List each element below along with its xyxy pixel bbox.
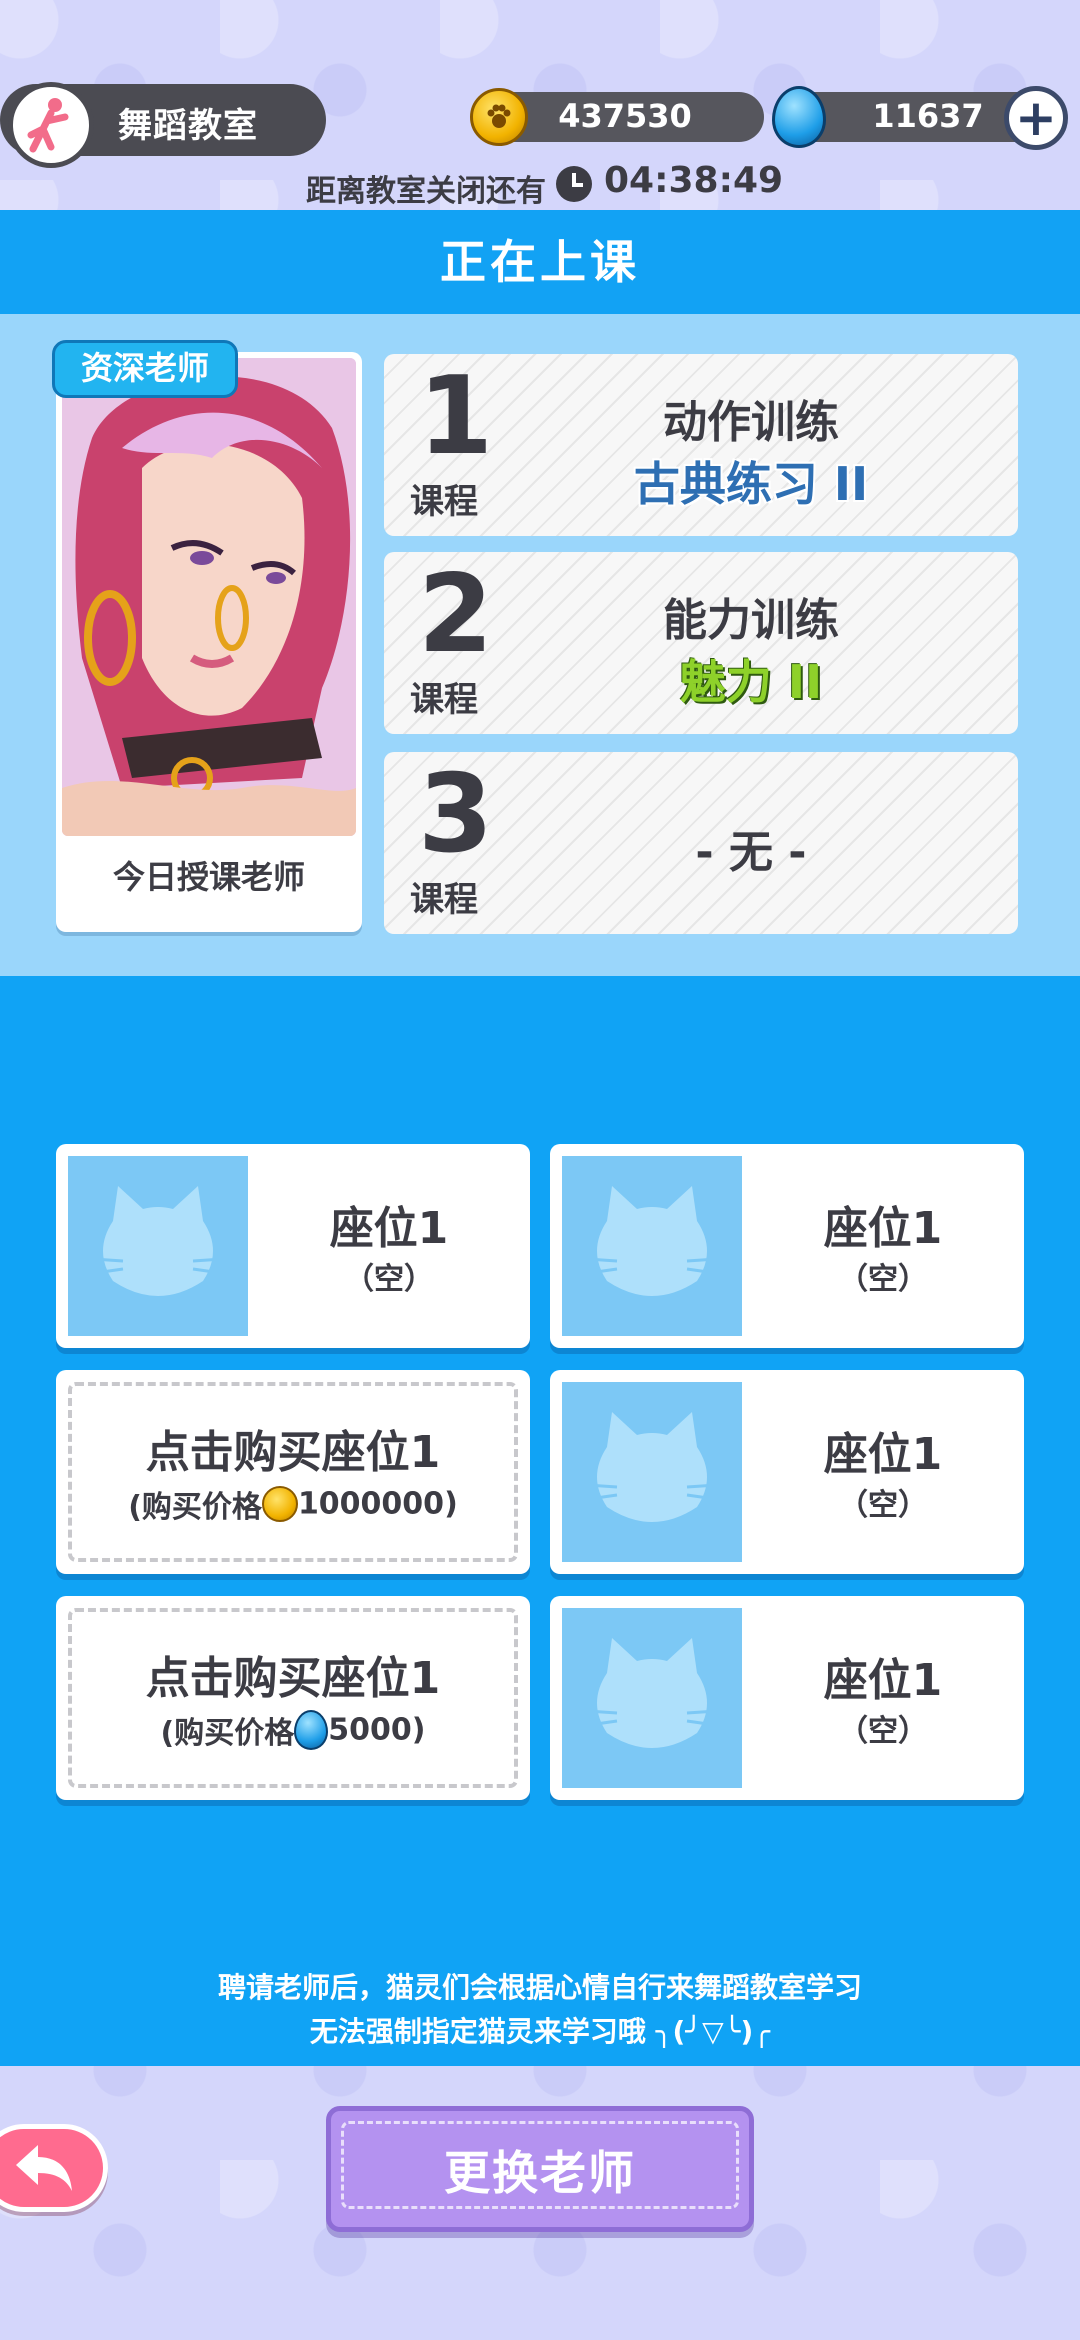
seat-card[interactable]: 座位1 （空） [56,1144,530,1348]
price-label: (购买价格 [160,1716,295,1751]
hint-line-1: 聘请老师后，猫灵们会根据心情自行来舞蹈教室学习 [217,1971,862,2004]
teacher-caption: 今日授课老师 [112,858,305,896]
change-teacher-label: 更换老师 [444,2146,636,2200]
seat-title: 座位1 [823,1203,943,1254]
teacher-card[interactable]: 今日授课老师 [56,352,362,932]
buy-seat-title: 点击购买座位1 [145,1427,441,1478]
course-number: 3 [418,752,494,877]
close-label: 距离教室关闭还有 [306,174,546,209]
seat-status: （空） [838,1262,928,1297]
price-value: 5000 [328,1712,412,1748]
price-close: ) [411,1712,426,1748]
course-2[interactable]: 2 课程 能力训练 魅力 II [384,552,1018,734]
cat-placeholder-icon [68,1156,248,1336]
seat-status: （空） [838,1714,928,1749]
course-3[interactable]: 3 课程 - 无 - [384,752,1018,934]
dancer-icon [8,82,94,168]
hint-line-2: 无法强制指定猫灵来学习哦 ╮(╯▽╰)╭ [309,2015,771,2048]
course-tag: 课程 [410,680,478,720]
course-title: 能力训练 [663,595,839,646]
add-currency-button[interactable]: + [1004,86,1068,150]
senior-teacher-badge: 资深老师 [52,340,238,398]
room-title-pill: 舞蹈教室 [0,82,326,168]
buy-seat-price: (购买价格 1000000) [56,1482,530,1526]
course-1[interactable]: 1 课程 动作训练 古典练习 II [384,354,1018,536]
clock-icon [556,166,592,202]
course-tag: 课程 [410,482,478,522]
cat-placeholder-icon [562,1382,742,1562]
class-banner: 正在上课 [0,210,1080,314]
seat-status: （空） [344,1262,434,1297]
change-teacher-button[interactable]: 更换老师 [326,2106,754,2232]
price-close: ) [444,1486,458,1522]
seat-card[interactable]: 座位1 （空） [550,1596,1024,1800]
teacher-portrait [62,358,356,836]
paw-coin-icon [470,88,528,146]
spirit-gem-icon [772,86,826,148]
seat-card[interactable]: 座位1 （空） [550,1370,1024,1574]
room-title: 舞蹈教室 [118,106,258,146]
back-button[interactable] [0,2124,108,2212]
course-number: 2 [418,552,494,677]
seat-title: 座位1 [329,1203,449,1254]
top-bar: 舞蹈教室 437530 11637 + [0,78,1080,168]
seat-card[interactable]: 座位1 （空） [550,1144,1024,1348]
cat-placeholder-icon [562,1608,742,1788]
course-subtitle: 古典练习 II [633,457,869,511]
price-label: (购买价格 [128,1490,262,1525]
close-countdown: 距离教室关闭还有 04:38:49 [0,160,1080,209]
close-time: 04:38:49 [604,160,784,201]
course-title: 动作训练 [663,397,839,448]
buy-seat-price: (购买价格 5000) [56,1708,530,1752]
course-empty-label: - 无 - [695,827,807,878]
spirit-gem-icon [294,1710,329,1750]
seat-status: （空） [838,1488,928,1523]
price-value: 1000000 [297,1486,445,1522]
buy-seat-card[interactable]: 点击购买座位1 (购买价格 5000) [56,1596,530,1800]
buy-seat-card[interactable]: 点击购买座位1 (购买价格 1000000) [56,1370,530,1574]
cat-placeholder-icon [562,1156,742,1336]
course-tag: 课程 [410,880,478,920]
buy-seat-title: 点击购买座位1 [145,1653,441,1704]
seat-title: 座位1 [823,1655,943,1706]
paw-coin-icon [261,1486,298,1522]
course-subtitle: 魅力 II [679,655,823,709]
seat-title: 座位1 [823,1429,943,1480]
back-arrow-icon [16,2145,72,2191]
course-number: 1 [418,354,494,479]
